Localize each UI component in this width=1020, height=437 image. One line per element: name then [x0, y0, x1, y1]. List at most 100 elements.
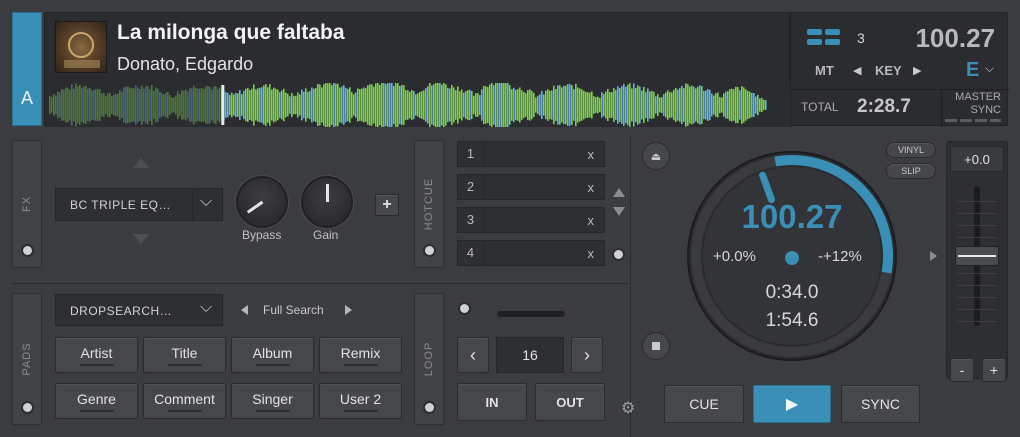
hotcue-page-down-icon[interactable]: [613, 207, 625, 216]
loop-out-button[interactable]: OUT: [535, 383, 605, 421]
hotcue-slot[interactable]: 4 x: [457, 240, 605, 266]
waveform-bar: [549, 90, 551, 120]
waveform-bar: [199, 88, 201, 122]
key-value[interactable]: E: [966, 59, 979, 82]
waveform-bar: [59, 92, 61, 118]
waveform-bar: [261, 87, 263, 123]
pads-next-icon[interactable]: [345, 305, 352, 315]
waveform-bar: [411, 90, 413, 120]
bypass-knob[interactable]: [236, 176, 288, 228]
key-dropdown-chevron-icon[interactable]: ⌵: [985, 61, 994, 76]
loop-prev-button[interactable]: ‹: [457, 337, 489, 373]
gain-knob[interactable]: [301, 176, 353, 228]
pad-label: Title: [171, 345, 198, 361]
loop-sidebar[interactable]: LOOP: [414, 293, 444, 425]
stop-button[interactable]: [642, 332, 670, 360]
pads-prev-icon[interactable]: [241, 305, 248, 315]
hotcue-slot[interactable]: 2 x: [457, 174, 605, 200]
pads-mode-select[interactable]: DROPSEARCH… ⌵: [55, 294, 223, 326]
fx-up-arrow-icon[interactable]: [133, 158, 149, 168]
cue-button[interactable]: CUE: [664, 385, 744, 423]
jog-remaining: 1:54.6: [765, 310, 819, 331]
waveform-bar: [587, 92, 589, 118]
fx-effect-select[interactable]: BC TRIPLE EQ… ⌵: [55, 188, 223, 221]
pad-button[interactable]: Remix: [319, 337, 402, 373]
pad-button[interactable]: Singer: [231, 383, 314, 419]
waveform-bar: [387, 83, 389, 127]
pad-button[interactable]: User 2: [319, 383, 402, 419]
master-sync-button[interactable]: MASTER SYNC: [943, 90, 1007, 126]
eject-button[interactable]: ⏏: [642, 142, 670, 170]
jog-expand-arrow-icon[interactable]: [930, 251, 937, 261]
hotcue-sidebar[interactable]: HOTCUE: [414, 140, 444, 268]
hotcue-page-up-icon[interactable]: [613, 188, 625, 197]
pitch-slider-handle[interactable]: [955, 246, 999, 266]
waveform-bar: [277, 89, 279, 121]
deck-layout-icon[interactable]: [807, 29, 841, 47]
waveform-bar: [573, 89, 575, 121]
bypass-label: Bypass: [242, 228, 282, 242]
hotcue-clear-button[interactable]: x: [588, 147, 595, 162]
hotcue-slot[interactable]: 3 x: [457, 207, 605, 233]
hotcue-clear-button[interactable]: x: [588, 213, 595, 228]
waveform-bar: [441, 84, 443, 126]
waveform-bar: [163, 94, 165, 116]
waveform-bar: [389, 83, 391, 127]
fx-sidebar[interactable]: FX: [12, 140, 42, 268]
pad-button[interactable]: Comment: [143, 383, 226, 419]
deck-letter-button[interactable]: A: [12, 12, 42, 126]
hotcue-clear-button[interactable]: x: [588, 246, 595, 261]
waveform-bar: [735, 86, 737, 124]
fx-down-arrow-icon[interactable]: [133, 234, 149, 244]
waveform-bar: [347, 88, 349, 122]
waveform-bar: [535, 97, 537, 113]
waveform-bar: [197, 88, 199, 122]
waveform-bar: [83, 86, 85, 124]
key-prev-icon[interactable]: ◀: [853, 64, 861, 77]
sync-button[interactable]: SYNC: [841, 385, 920, 423]
loop-next-button[interactable]: ›: [571, 337, 603, 373]
pad-button[interactable]: Genre: [55, 383, 138, 419]
pad-button[interactable]: Artist: [55, 337, 138, 373]
pitch-minus-button[interactable]: -: [950, 358, 974, 382]
loop-size-display[interactable]: 16: [496, 337, 564, 373]
waveform-bar: [391, 83, 393, 127]
pitch-value[interactable]: +0.0: [950, 146, 1004, 172]
key-next-icon[interactable]: ▶: [913, 64, 921, 77]
pads-sidebar[interactable]: PADS: [12, 293, 42, 425]
waveform-bar: [289, 96, 291, 114]
waveform-bar: [63, 89, 65, 121]
fx-add-button[interactable]: +: [375, 194, 399, 216]
pad-button[interactable]: Album: [231, 337, 314, 373]
loop-sidebar-led: [424, 403, 434, 412]
waveform-bar: [79, 84, 81, 126]
waveform-bar: [355, 92, 357, 118]
waveform-bar: [401, 84, 403, 126]
waveform-bar: [717, 92, 719, 118]
waveform-bar: [571, 85, 573, 125]
waveform-bar: [321, 87, 323, 123]
album-art[interactable]: [55, 21, 107, 73]
waveform-bar: [443, 83, 445, 127]
waveform-bar: [99, 89, 101, 121]
waveform-bar: [113, 94, 115, 116]
hotcue-clear-button[interactable]: x: [588, 180, 595, 195]
waveform[interactable]: [45, 83, 791, 127]
waveform-bar: [229, 94, 231, 116]
play-button[interactable]: ▶: [753, 385, 831, 423]
waveform-bar: [253, 84, 255, 126]
settings-gear-icon[interactable]: ⚙: [621, 398, 635, 418]
waveform-bar: [713, 95, 715, 115]
bpm-display[interactable]: 100.27: [915, 23, 995, 54]
loop-in-button[interactable]: IN: [457, 383, 527, 421]
waveform-bar: [193, 85, 195, 125]
fx-select-divider: [192, 189, 193, 220]
mt-button[interactable]: MT: [815, 63, 834, 78]
hotcue-slot[interactable]: 1 x: [457, 141, 605, 167]
waveform-bar: [97, 89, 99, 121]
waveform-bar: [493, 85, 495, 125]
pitch-plus-button[interactable]: +: [982, 358, 1006, 382]
waveform-bar: [407, 90, 409, 120]
pad-button[interactable]: Title: [143, 337, 226, 373]
waveform-bar: [135, 85, 137, 125]
